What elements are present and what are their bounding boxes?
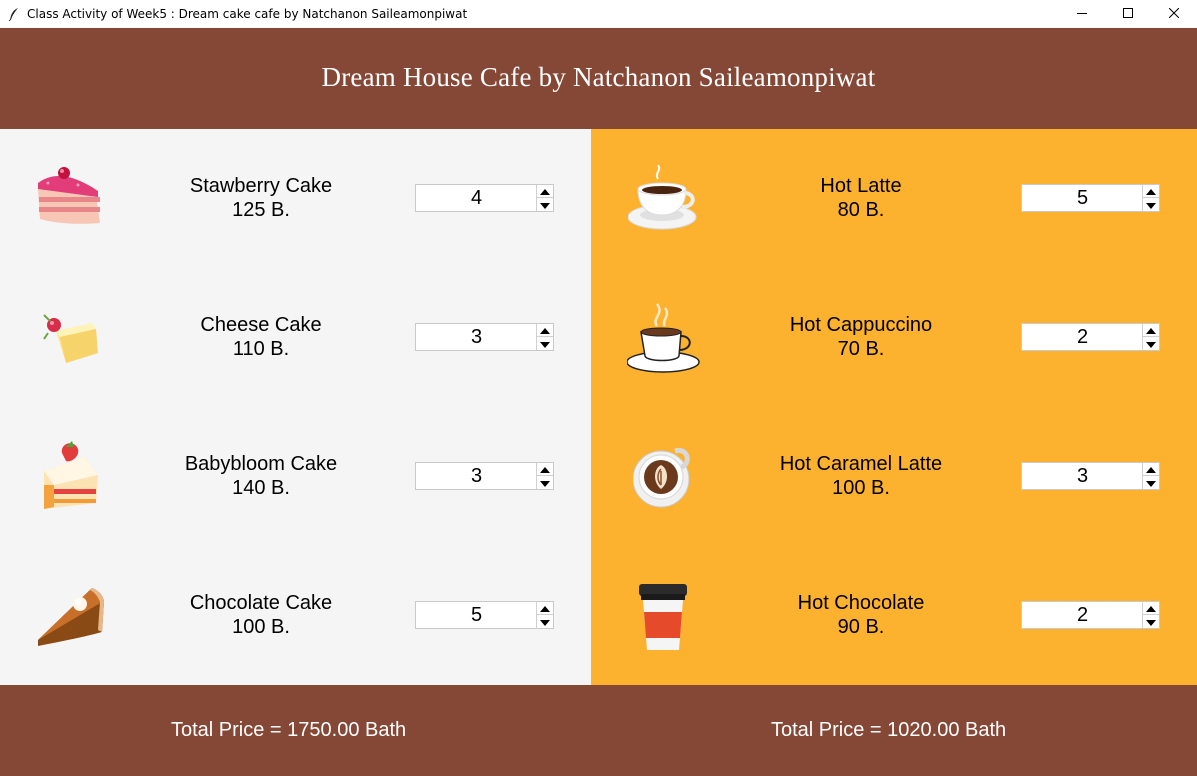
strawberry-cake-icon	[34, 167, 106, 236]
quantity-spinbox[interactable]: 3	[415, 323, 554, 351]
item-label: Babybloom Cake 140 B.	[161, 452, 361, 500]
item-label: Hot Cappuccino 70 B.	[761, 313, 961, 361]
babybloom-cake-icon	[40, 441, 102, 516]
takeaway-cup-icon	[637, 582, 691, 657]
quantity-spinbox[interactable]: 2	[1021, 323, 1160, 351]
menu-item-cheese-cake: Cheese Cake 110 B. 3	[0, 268, 591, 407]
menu-item-babybloom-cake: Babybloom Cake 140 B. 3	[0, 407, 591, 546]
cake-total-price: Total Price = 1750.00 Bath	[171, 719, 407, 741]
item-price: 100 B.	[832, 477, 890, 499]
item-label: Hot Caramel Latte 100 B.	[761, 452, 961, 500]
triangle-down-icon	[1146, 335, 1156, 353]
totals-footer: Total Price = 1750.00 Bath Total Price =…	[0, 685, 1197, 776]
quantity-value[interactable]: 2	[1022, 324, 1143, 350]
triangle-down-icon	[540, 474, 550, 492]
menu-item-chocolate-cake: Chocolate Cake 100 B. 5	[0, 546, 591, 685]
item-name: Hot Caramel Latte	[779, 453, 943, 475]
item-price: 70 B.	[837, 338, 885, 360]
quantity-value[interactable]: 3	[1022, 463, 1143, 489]
page-title: Dream House Cafe by Natchanon Saileamonp…	[321, 62, 876, 92]
triangle-down-icon	[540, 613, 550, 631]
triangle-down-icon	[1146, 474, 1156, 492]
maximize-button[interactable]	[1105, 0, 1151, 28]
quantity-value[interactable]: 4	[416, 185, 537, 211]
item-price: 125 B.	[232, 199, 290, 221]
item-price: 80 B.	[837, 199, 885, 221]
quantity-spinbox[interactable]: 5	[415, 601, 554, 629]
menu-item-hot-cappuccino: Hot Cappuccino 70 B. 2	[591, 268, 1197, 407]
decrement-button[interactable]	[537, 337, 553, 350]
item-name: Chocolate Cake	[189, 592, 333, 614]
quantity-spinbox[interactable]: 3	[1021, 462, 1160, 490]
cappuccino-icon	[626, 302, 703, 379]
decrement-button[interactable]	[537, 476, 553, 489]
window-controls	[1059, 0, 1197, 28]
quantity-value[interactable]: 5	[1022, 185, 1143, 211]
triangle-down-icon	[1146, 613, 1156, 631]
app-header: Dream House Cafe by Natchanon Saileamonp…	[0, 28, 1197, 129]
item-price: 100 B.	[232, 616, 290, 638]
spin-arrows	[1142, 602, 1159, 628]
triangle-down-icon	[1146, 196, 1156, 214]
chocolate-pie-icon	[34, 582, 106, 655]
decrement-button[interactable]	[1143, 198, 1159, 211]
triangle-down-icon	[540, 335, 550, 353]
item-price: 140 B.	[232, 477, 290, 499]
window-title: Class Activity of Week5 : Dream cake caf…	[27, 7, 468, 21]
item-label: Hot Latte 80 B.	[761, 174, 961, 222]
menu-item-hot-chocolate: Hot Chocolate 90 B. 2	[591, 546, 1197, 685]
spin-arrows	[536, 185, 553, 211]
item-name: Babybloom Cake	[184, 453, 338, 475]
quantity-spinbox[interactable]: 5	[1021, 184, 1160, 212]
menu-item-strawberry-cake: Stawberry Cake 125 B. 4	[0, 129, 591, 268]
item-name: Hot Chocolate	[797, 592, 925, 614]
minimize-icon	[1077, 5, 1087, 23]
item-label: Chocolate Cake 100 B.	[161, 591, 361, 639]
decrement-button[interactable]	[537, 615, 553, 628]
close-icon	[1168, 5, 1180, 23]
item-price: 110 B.	[232, 338, 290, 360]
window-titlebar: Class Activity of Week5 : Dream cake caf…	[0, 0, 1197, 28]
latte-art-icon	[632, 441, 693, 516]
spin-arrows	[1142, 185, 1159, 211]
spin-arrows	[1142, 463, 1159, 489]
item-price: 90 B.	[837, 616, 885, 638]
spin-arrows	[536, 463, 553, 489]
menu-item-hot-latte: Hot Latte 80 B. 5	[591, 129, 1197, 268]
cake-menu-panel: Stawberry Cake 125 B. 4 Cheese Cake 110	[0, 129, 591, 685]
quantity-value[interactable]: 3	[416, 463, 537, 489]
spin-arrows	[536, 602, 553, 628]
decrement-button[interactable]	[1143, 337, 1159, 350]
feather-icon	[8, 7, 20, 21]
minimize-button[interactable]	[1059, 0, 1105, 28]
drink-total-price: Total Price = 1020.00 Bath	[771, 719, 1007, 741]
quantity-value[interactable]: 5	[416, 602, 537, 628]
drink-menu-panel: Hot Latte 80 B. 5 Hot Cappuccino 70 B. 2…	[591, 129, 1197, 685]
item-name: Stawberry Cake	[189, 175, 333, 197]
item-label: Cheese Cake 110 B.	[161, 313, 361, 361]
spin-arrows	[536, 324, 553, 350]
quantity-spinbox[interactable]: 4	[415, 184, 554, 212]
quantity-value[interactable]: 3	[416, 324, 537, 350]
coffee-cup-icon	[627, 164, 700, 238]
quantity-spinbox[interactable]: 3	[415, 462, 554, 490]
item-label: Stawberry Cake 125 B.	[161, 174, 361, 222]
maximize-icon	[1123, 5, 1133, 23]
item-name: Cheese Cake	[200, 314, 322, 336]
quantity-value[interactable]: 2	[1022, 602, 1143, 628]
close-button[interactable]	[1151, 0, 1197, 28]
quantity-spinbox[interactable]: 2	[1021, 601, 1160, 629]
menu-item-hot-caramel-latte: Hot Caramel Latte 100 B. 3	[591, 407, 1197, 546]
decrement-button[interactable]	[537, 198, 553, 211]
spin-arrows	[1142, 324, 1159, 350]
item-label: Hot Chocolate 90 B.	[761, 591, 961, 639]
decrement-button[interactable]	[1143, 476, 1159, 489]
item-name: Hot Latte	[820, 175, 902, 197]
triangle-down-icon	[540, 196, 550, 214]
decrement-button[interactable]	[1143, 615, 1159, 628]
cheese-cake-icon	[40, 313, 102, 376]
item-name: Hot Cappuccino	[789, 314, 933, 336]
